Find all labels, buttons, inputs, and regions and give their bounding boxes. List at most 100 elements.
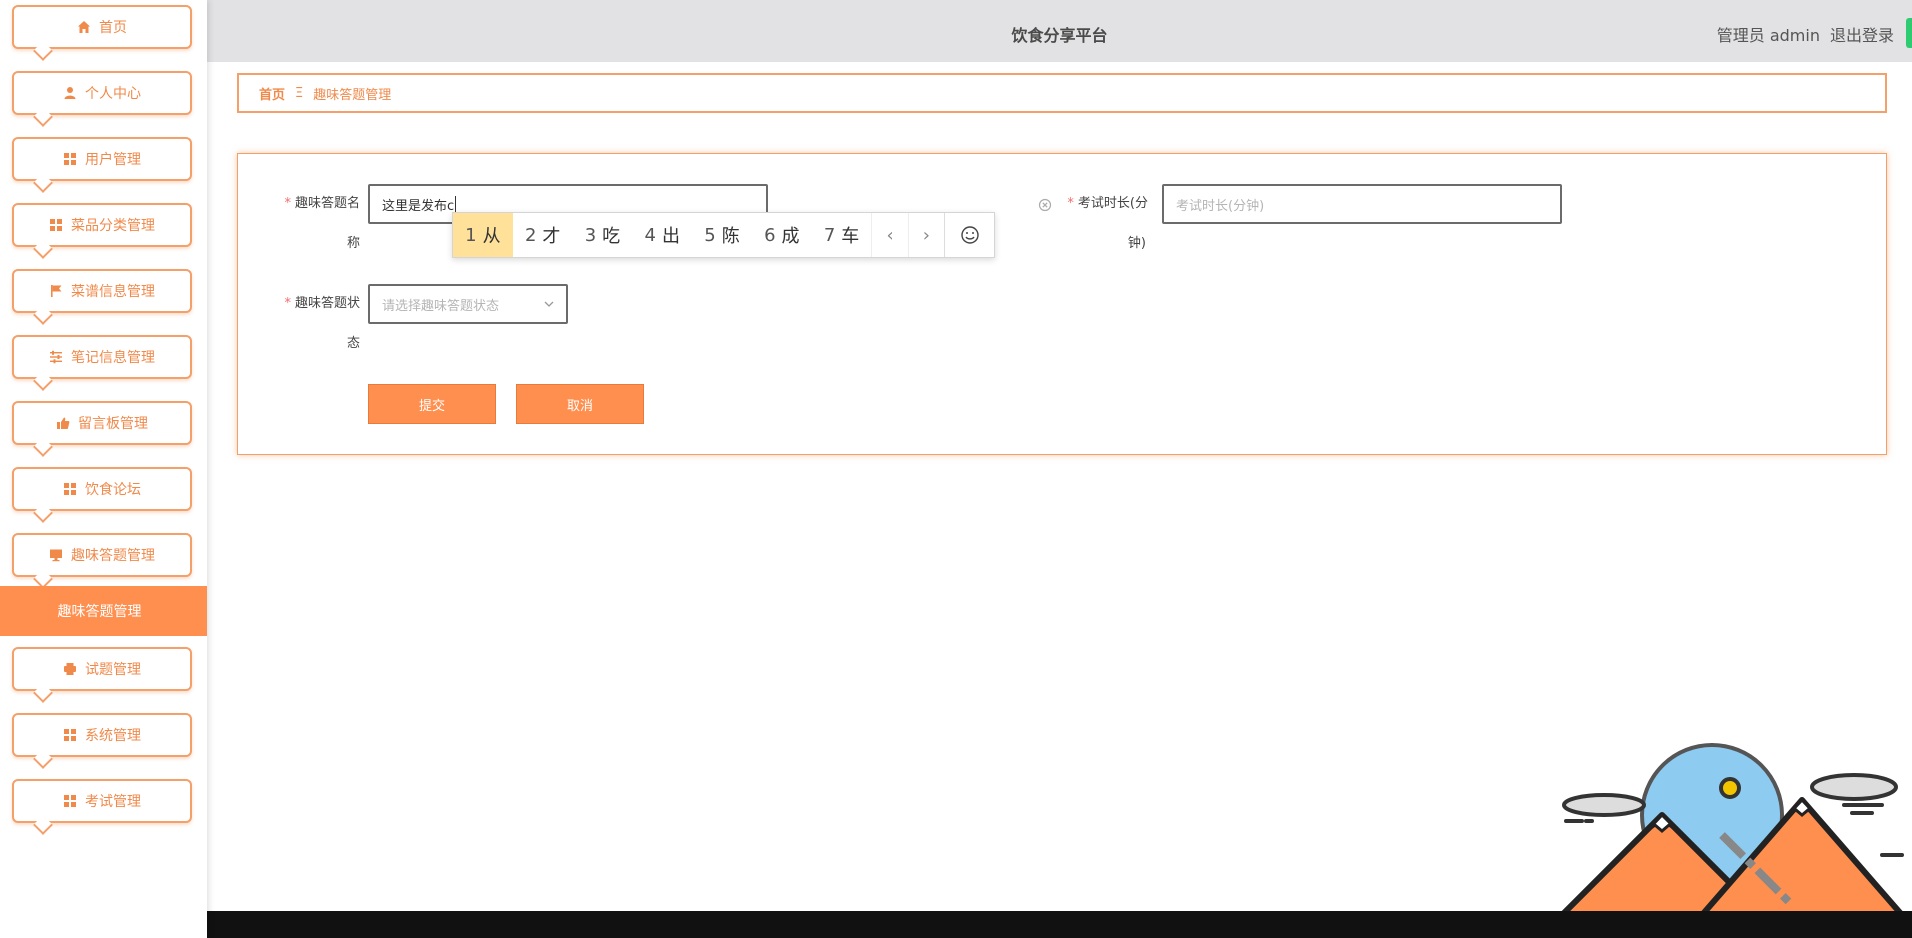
duration-placeholder: 考试时长(分钟)	[1176, 198, 1265, 214]
logout-link[interactable]: 退出登录	[1830, 22, 1894, 46]
grid-icon	[63, 794, 77, 808]
quiz-status-label: * 趣味答题状	[266, 284, 360, 324]
app-title: 饮食分享平台	[1011, 26, 1108, 45]
candidate-char: 车	[841, 226, 860, 247]
sidebar-item-notes[interactable]: 笔记信息管理	[12, 335, 192, 379]
ime-candidate[interactable]: 6成	[752, 213, 812, 257]
sidebar: 首页 个人中心 用户管理 菜品分类管理 菜谱信息管理 笔记信息管理 留言板管理 …	[0, 0, 207, 938]
label-text: 趣味答题名	[294, 196, 360, 211]
thumb-icon	[56, 416, 70, 430]
candidate-char: 陈	[721, 226, 740, 247]
required-mark: *	[284, 296, 291, 311]
quiz-name-value: 这里是发布c	[382, 198, 455, 214]
emoji-icon[interactable]	[944, 213, 994, 257]
sliders-icon	[49, 350, 63, 364]
candidate-number: 5	[704, 224, 716, 246]
ime-prev-page-icon[interactable]: ‹	[871, 213, 907, 257]
required-mark: *	[1067, 196, 1074, 211]
ime-candidate[interactable]: 4出	[632, 213, 692, 257]
sidebar-item-label: 饮食论坛	[85, 482, 141, 498]
label-text: 考试时长(分	[1077, 196, 1148, 211]
text-cursor	[455, 196, 457, 212]
status-placeholder: 请选择趣味答题状态	[382, 298, 500, 314]
user-role: 管理员 admin	[1717, 22, 1820, 46]
sidebar-item-message-board[interactable]: 留言板管理	[12, 401, 192, 445]
candidate-number: 4	[644, 224, 656, 246]
sidebar-item-label: 菜谱信息管理	[71, 284, 155, 300]
required-mark: *	[284, 196, 291, 211]
sidebar-item-questions[interactable]: 试题管理	[12, 647, 192, 691]
role-text: 管理员	[1716, 26, 1765, 45]
quiz-status-label-wrap: 态	[346, 336, 360, 351]
sidebar-item-label: 首页	[99, 20, 127, 36]
sidebar-item-quiz[interactable]: 趣味答题管理	[12, 533, 192, 577]
candidate-number: 2	[524, 224, 537, 246]
printer-icon	[63, 662, 77, 676]
sidebar-item-forum[interactable]: 饮食论坛	[12, 467, 192, 511]
sidebar-item-label: 系统管理	[85, 728, 141, 744]
user-area: 管理员 admin 退出登录	[1717, 22, 1894, 46]
breadcrumb-home[interactable]: 首页	[259, 84, 285, 103]
grid-icon	[63, 728, 77, 742]
sidebar-item-system[interactable]: 系统管理	[12, 713, 192, 757]
monitor-icon	[49, 548, 63, 562]
label-text: 趣味答题状	[294, 296, 360, 311]
username-text: admin	[1769, 26, 1820, 45]
cancel-button[interactable]: 取消	[516, 384, 644, 424]
ime-candidate-popup: 1从 2才 3吃 4出 5陈 6成 7车 ‹ ›	[452, 212, 995, 258]
clear-icon[interactable]	[1038, 197, 1052, 212]
candidate-number: 3	[584, 224, 597, 246]
candidate-number: 7	[823, 224, 836, 246]
grid-icon	[63, 482, 77, 496]
side-handle[interactable]	[1906, 18, 1912, 48]
sidebar-item-label: 用户管理	[85, 152, 141, 168]
ime-candidate[interactable]: 2才	[513, 213, 573, 257]
duration-label: * 考试时长(分	[1058, 184, 1148, 224]
quiz-status-select[interactable]: 请选择趣味答题状态	[368, 284, 568, 324]
chevron-down-icon	[542, 297, 556, 311]
ime-next-page-icon[interactable]: ›	[907, 213, 944, 257]
submit-button[interactable]: 提交	[368, 384, 496, 424]
breadcrumb-separator: Ξ	[295, 85, 304, 101]
breadcrumb-current: 趣味答题管理	[313, 87, 392, 103]
mountain-illustration	[1559, 743, 1905, 915]
candidate-number: 6	[764, 224, 776, 246]
ime-candidate[interactable]: 1从	[453, 213, 513, 257]
candidate-number: 1	[465, 224, 477, 246]
quiz-name-label-wrap: 称	[346, 236, 360, 251]
sidebar-item-recipe[interactable]: 菜谱信息管理	[12, 269, 192, 313]
duration-label-wrap: 钟)	[1127, 236, 1146, 251]
sidebar-item-label: 试题管理	[85, 662, 141, 678]
flag-icon	[49, 284, 63, 298]
candidate-char: 出	[661, 226, 680, 247]
sidebar-item-label: 考试管理	[85, 794, 141, 810]
candidate-char: 从	[482, 226, 501, 247]
grid-icon	[49, 218, 63, 232]
sidebar-item-label: 个人中心	[85, 86, 141, 102]
sidebar-subitem-quiz-management[interactable]: 趣味答题管理	[0, 586, 207, 636]
sidebar-subitem-label: 趣味答题管理	[57, 604, 142, 620]
quiz-name-label: * 趣味答题名	[266, 184, 360, 224]
duration-input[interactable]: 考试时长(分钟)	[1162, 184, 1562, 224]
breadcrumb: 首页 Ξ 趣味答题管理	[237, 73, 1887, 113]
candidate-char: 才	[542, 226, 561, 247]
sidebar-item-profile[interactable]: 个人中心	[12, 71, 192, 115]
form-card: * 趣味答题名 称 这里是发布c * 考试时长(分 钟) 考试时长(分钟) * 趣味答…	[237, 153, 1887, 455]
sidebar-item-users[interactable]: 用户管理	[12, 137, 192, 181]
candidate-char: 成	[781, 226, 800, 247]
sidebar-item-dish-category[interactable]: 菜品分类管理	[12, 203, 192, 247]
top-header: 饮食分享平台 管理员 admin 退出登录	[207, 0, 1912, 62]
sidebar-item-label: 菜品分类管理	[71, 218, 155, 234]
ime-candidate[interactable]: 5陈	[692, 213, 752, 257]
home-icon	[77, 20, 91, 34]
ime-candidate[interactable]: 3吃	[573, 213, 633, 257]
bottom-bar	[207, 911, 1912, 938]
candidate-char: 吃	[602, 226, 621, 247]
sidebar-item-exam[interactable]: 考试管理	[12, 779, 192, 823]
sidebar-item-label: 趣味答题管理	[71, 548, 155, 564]
person-icon	[63, 86, 77, 100]
sidebar-item-home[interactable]: 首页	[12, 5, 192, 49]
ime-candidate[interactable]: 7车	[812, 213, 872, 257]
grid-icon	[63, 152, 77, 166]
sidebar-item-label: 留言板管理	[78, 416, 148, 432]
